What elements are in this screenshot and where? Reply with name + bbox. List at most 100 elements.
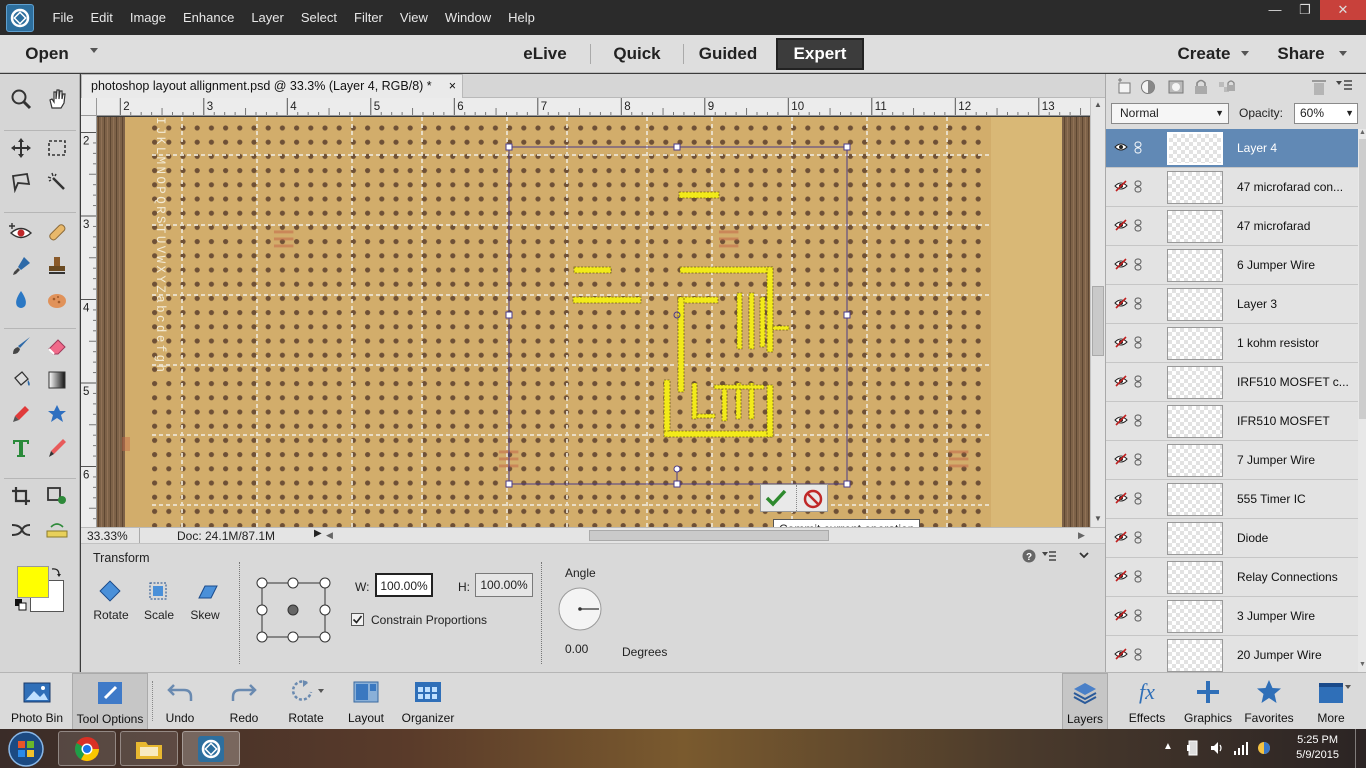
show-desktop-button[interactable] (1355, 729, 1366, 768)
lasso-tool-icon[interactable] (6, 167, 36, 197)
organizer-button[interactable]: Organizer (398, 673, 458, 730)
close-window-button[interactable]: ✕ (1320, 0, 1366, 20)
spot-healing-tool-icon[interactable] (42, 217, 72, 247)
constrain-proportions-checkbox[interactable] (351, 613, 364, 626)
layer-link-icon[interactable] (1134, 375, 1142, 388)
tray-device-icon[interactable] (1185, 739, 1201, 757)
layer-row[interactable]: Layer 3 (1106, 285, 1358, 324)
layer-row[interactable]: 1 kohm resistor (1106, 324, 1358, 363)
transform-handle[interactable] (673, 143, 681, 151)
angle-dial[interactable] (557, 586, 603, 632)
zoom-tool-icon[interactable] (6, 84, 36, 114)
layer-name[interactable]: 1 kohm resistor (1237, 336, 1352, 350)
start-button-icon[interactable] (6, 730, 46, 768)
layers-button[interactable]: Layers (1062, 673, 1108, 730)
eye-hidden-icon[interactable] (1114, 492, 1128, 504)
taskbar-chrome-icon[interactable] (58, 731, 116, 766)
scroll-up-icon[interactable]: ▲ (1094, 100, 1102, 109)
gradient-tool-icon[interactable] (42, 365, 72, 395)
collapse-options-icon[interactable] (1079, 552, 1089, 559)
restore-button[interactable]: ❐ (1290, 0, 1320, 20)
layer-row[interactable]: IRF510 MOSFET c... (1106, 363, 1358, 402)
photo-bin-button[interactable]: Photo Bin (6, 673, 68, 730)
layer-thumbnail[interactable] (1167, 249, 1223, 282)
vertical-scroll-thumb[interactable] (1092, 286, 1104, 356)
eye-hidden-icon[interactable] (1114, 414, 1128, 426)
commit-check-icon[interactable] (764, 487, 788, 509)
move-tool-icon[interactable] (6, 133, 36, 163)
layer-name[interactable]: Layer 3 (1237, 297, 1352, 311)
share-dropdown-icon[interactable] (1339, 51, 1347, 57)
show-hidden-icons-icon[interactable]: ▲ (1163, 741, 1173, 752)
layer-link-icon[interactable] (1134, 609, 1142, 622)
horizontal-scroll-thumb[interactable] (589, 530, 829, 541)
layer-name[interactable]: Diode (1237, 531, 1352, 545)
more-button[interactable]: More (1308, 673, 1354, 730)
layer-name[interactable]: Layer 4 (1237, 141, 1352, 155)
layer-row[interactable]: Layer 4 (1106, 129, 1358, 168)
eyedropper-tool-icon[interactable] (6, 399, 36, 429)
new-layer-icon[interactable] (1116, 78, 1134, 96)
eye-visible-icon[interactable] (1114, 141, 1128, 153)
quick-selection-tool-icon[interactable] (42, 167, 72, 197)
custom-shape-tool-icon[interactable] (42, 399, 72, 429)
cancel-operation-icon[interactable] (802, 488, 824, 510)
layer-name[interactable]: IRF510 MOSFET c... (1237, 375, 1352, 389)
crop-tool-icon[interactable] (6, 481, 36, 511)
mode-elive[interactable]: eLive (517, 35, 573, 73)
menu-filter[interactable]: Filter (346, 10, 392, 25)
layer-link-icon[interactable] (1134, 258, 1142, 271)
layer-name[interactable]: 47 microfarad (1237, 219, 1352, 233)
layer-thumbnail[interactable] (1167, 327, 1223, 360)
transform-handle[interactable] (505, 143, 513, 151)
straighten-tool-icon[interactable] (42, 515, 72, 545)
red-eye-tool-icon[interactable] (6, 217, 36, 247)
layers-scrollbar[interactable]: ▲ ▼ (1358, 129, 1366, 672)
scroll-left-icon[interactable]: ◀ (326, 530, 333, 541)
menu-window[interactable]: Window (436, 10, 499, 25)
vertical-scrollbar[interactable]: ▲ ▼ (1090, 98, 1105, 527)
layer-link-icon[interactable] (1134, 219, 1142, 232)
mode-expert[interactable]: Expert (776, 38, 864, 70)
layer-name[interactable]: 6 Jumper Wire (1237, 258, 1352, 272)
paint-bucket-tool-icon[interactable] (6, 365, 36, 395)
transform-skew-mode[interactable]: Skew (185, 578, 225, 622)
delete-layer-icon[interactable] (1311, 78, 1327, 96)
eye-hidden-icon[interactable] (1114, 453, 1128, 465)
layer-row[interactable]: 7 Jumper Wire (1106, 441, 1358, 480)
layer-thumbnail[interactable] (1167, 132, 1223, 165)
menu-select[interactable]: Select (292, 10, 345, 25)
eye-hidden-icon[interactable] (1114, 648, 1128, 660)
menu-edit[interactable]: Edit (82, 10, 121, 25)
layer-row[interactable]: 20 Jumper Wire (1106, 636, 1358, 672)
layer-row[interactable]: Diode (1106, 519, 1358, 558)
layer-name[interactable]: 555 Timer IC (1237, 492, 1352, 506)
eye-hidden-icon[interactable] (1114, 609, 1128, 621)
transform-rotate-mode[interactable]: Rotate (91, 578, 131, 622)
volume-icon[interactable] (1209, 740, 1225, 756)
layer-link-icon[interactable] (1134, 180, 1142, 193)
layer-thumbnail[interactable] (1167, 639, 1223, 672)
layer-row[interactable]: 3 Jumper Wire (1106, 597, 1358, 636)
mode-guided[interactable]: Guided (694, 35, 762, 73)
menu-layer[interactable]: Layer (243, 10, 293, 25)
eye-hidden-icon[interactable] (1114, 570, 1128, 582)
status-menu-arrow-icon[interactable]: ▶ (314, 528, 322, 539)
opacity-input[interactable]: 60% ▼ (1294, 103, 1358, 124)
menu-help[interactable]: Help (500, 10, 544, 25)
blend-mode-select[interactable]: Normal ▼ (1111, 103, 1229, 124)
layer-name[interactable]: Relay Connections (1237, 570, 1352, 584)
smart-brush-tool-icon[interactable] (6, 251, 36, 281)
layer-link-icon[interactable] (1134, 336, 1142, 349)
layer-link-icon[interactable] (1134, 297, 1142, 310)
hand-tool-icon[interactable] (42, 84, 72, 114)
brush-tool-icon[interactable] (6, 331, 36, 361)
menu-file[interactable]: File (44, 10, 82, 25)
default-colors-icon[interactable] (15, 599, 27, 611)
layer-thumbnail[interactable] (1167, 483, 1223, 516)
sponge-tool-icon[interactable] (42, 285, 72, 315)
document-canvas[interactable]: ≡ ≡ ≡ ≡ IJKLMNOPQRSTUVWXYZabcdefgh (97, 117, 1090, 527)
eye-hidden-icon[interactable] (1114, 180, 1128, 192)
scroll-right-icon[interactable]: ▶ (1078, 530, 1085, 541)
transform-handle[interactable] (843, 480, 851, 488)
